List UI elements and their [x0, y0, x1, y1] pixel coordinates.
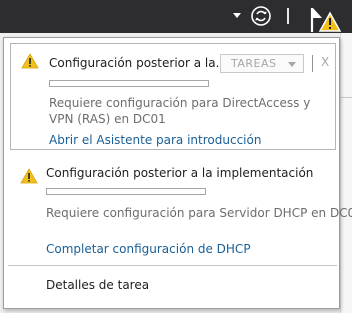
task-title: Configuración posterior a la...: [49, 56, 228, 70]
task-item-selected[interactable]: Configuración posterior a la... TAREAS X…: [10, 43, 336, 150]
chevron-down-icon[interactable]: [233, 13, 241, 18]
task-title: Configuración posterior a la implementac…: [46, 166, 314, 180]
progress-bar: [46, 188, 206, 195]
task-details-link[interactable]: Detalles de tarea: [46, 278, 149, 292]
refresh-icon[interactable]: [249, 4, 273, 28]
notifications-popup: Configuración posterior a la... TAREAS X…: [3, 37, 352, 309]
separator: [312, 55, 313, 72]
progress-bar: [49, 80, 209, 87]
task-description: Requiere configuración para DirectAccess…: [49, 96, 311, 126]
warning-icon: [20, 168, 38, 184]
divider: [8, 265, 337, 266]
warning-icon: [21, 53, 39, 69]
task-item[interactable]: Configuración posterior a la implementac…: [4, 156, 352, 256]
tasks-dropdown-button[interactable]: TAREAS: [220, 54, 304, 73]
close-button[interactable]: X: [321, 55, 329, 69]
background-panel: [340, 33, 352, 313]
chevron-down-icon: [288, 62, 296, 67]
notification-flag-icon[interactable]: [310, 2, 352, 33]
top-bar: [0, 0, 352, 33]
task-description: Requiere configuración para Servidor DHC…: [46, 206, 352, 220]
open-wizard-link[interactable]: Abrir el Asistente para introducción: [49, 133, 261, 147]
complete-dhcp-link[interactable]: Completar configuración de DHCP: [46, 242, 251, 256]
tasks-button-label: TAREAS: [231, 57, 277, 70]
toolbar-separator: [287, 8, 289, 24]
